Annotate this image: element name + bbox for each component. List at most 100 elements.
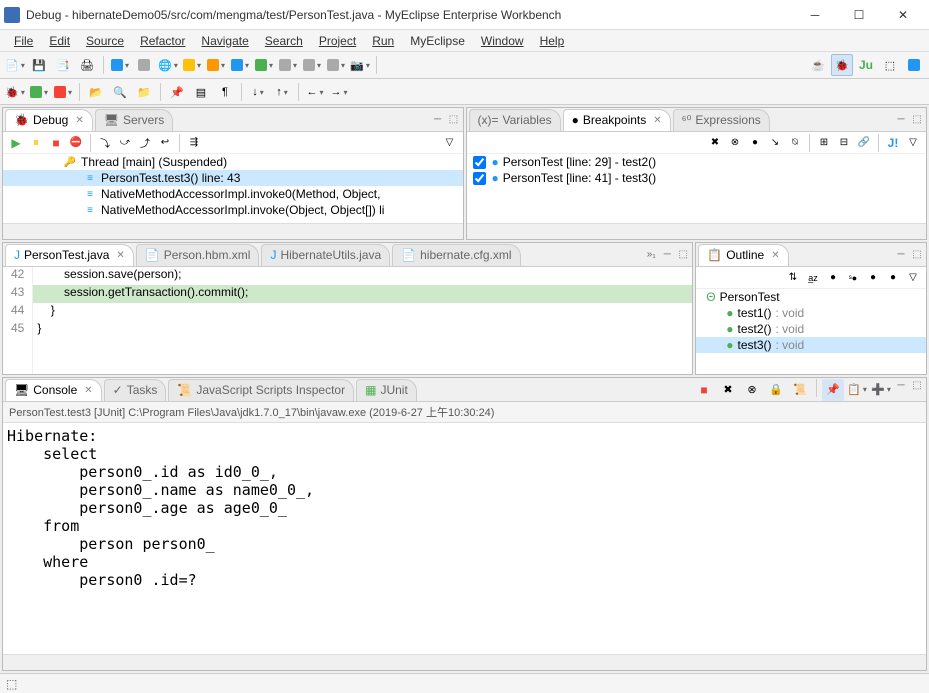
next-annotation-button[interactable]: ↓ [247, 81, 269, 103]
menu-project[interactable]: Project [311, 32, 364, 50]
maximize-view-icon[interactable]: ⬚ [910, 379, 924, 393]
menu-run[interactable]: Run [364, 32, 402, 50]
step-into-button[interactable]: ⤵ [96, 134, 114, 152]
perspective-java[interactable]: ☕ [807, 54, 829, 76]
thread-item[interactable]: 🔑 Thread [main] (Suspended) [3, 154, 463, 170]
tool4-button[interactable] [277, 54, 299, 76]
remove-bp-button[interactable]: ✖ [706, 134, 724, 152]
collapse-all-button[interactable]: ⊟ [835, 134, 853, 152]
minimize-view-icon[interactable]: ─ [894, 113, 908, 127]
hide-static-button[interactable]: ˢ● [844, 269, 862, 287]
view-menu-icon[interactable]: ▽ [904, 269, 922, 287]
menu-search[interactable]: Search [257, 32, 311, 50]
tool1-button[interactable] [205, 54, 227, 76]
perspective-myeclipse[interactable] [903, 54, 925, 76]
wizard-button[interactable] [181, 54, 203, 76]
code-editor[interactable]: 42 43 44 45 session.save(person); sessio… [3, 267, 692, 374]
stack-frame-1[interactable]: ≡ PersonTest.test3() line: 43 [3, 170, 463, 186]
drop-frame-button[interactable]: ↩ [156, 134, 174, 152]
tab-hibernatecfg[interactable]: 📄 hibernate.cfg.xml [392, 244, 520, 266]
new-button[interactable]: 📄 [4, 54, 26, 76]
scrollbar-horizontal[interactable] [3, 223, 463, 239]
search-button[interactable]: 🔍 [109, 81, 131, 103]
stack-frame-2[interactable]: ≡ NativeMethodAccessorImpl.invoke0(Metho… [3, 186, 463, 202]
perspective-junit[interactable]: Ju [855, 54, 877, 76]
tab-junit[interactable]: ▦ JUnit [356, 379, 417, 401]
step-return-button[interactable]: ⤴ [136, 134, 154, 152]
remove-all-launches-button[interactable]: ⊗ [741, 379, 763, 401]
breakpoint-item[interactable]: ● PersonTest [line: 41] - test3() [467, 170, 927, 186]
show-list-icon[interactable]: »₁ [644, 248, 658, 262]
use-step-filters-button[interactable]: ⇶ [185, 134, 203, 152]
menu-myeclipse[interactable]: MyEclipse [402, 32, 473, 50]
breakpoint-item[interactable]: ● PersonTest [line: 29] - test2() [467, 154, 927, 170]
skip-bp-button[interactable]: ⍉ [786, 134, 804, 152]
open-console-button[interactable]: ➕ [870, 379, 892, 401]
perspective-debug[interactable]: 🐞 [831, 54, 853, 76]
menu-navigate[interactable]: Navigate [193, 32, 256, 50]
tab-debug[interactable]: 🐞 Debug✕ [5, 109, 93, 131]
scrollbar-horizontal[interactable] [467, 223, 927, 239]
stack-frame-3[interactable]: ≡ NativeMethodAccessorImpl.invoke(Object… [3, 202, 463, 218]
hide-nonpublic-button[interactable]: ● [864, 269, 882, 287]
minimize-view-icon[interactable]: ─ [431, 113, 445, 127]
tab-console[interactable]: 🖥 Console✕ [5, 379, 102, 401]
code-line[interactable]: } [33, 303, 692, 321]
terminate-button[interactable]: ■ [47, 134, 65, 152]
tab-expressions[interactable]: ⁶⁰ Expressions [673, 109, 770, 131]
outline-method-test2[interactable]: ● test2() : void [696, 321, 926, 337]
open-type-button[interactable]: 📂 [85, 81, 107, 103]
task-button[interactable]: 📁 [133, 81, 155, 103]
remove-launch-button[interactable]: ✖ [717, 379, 739, 401]
close-icon[interactable]: ✕ [771, 250, 779, 261]
minimize-button[interactable]: ─ [793, 1, 837, 29]
clear-console-button[interactable]: 🔒 [765, 379, 787, 401]
outline-tree[interactable]: Θ PersonTest ● test1() : void ● test2() … [696, 289, 926, 374]
perspective-other[interactable]: ⬚ [879, 54, 901, 76]
tab-tasks[interactable]: ✓ Tasks [104, 379, 167, 401]
view-menu-icon[interactable]: ▽ [441, 134, 459, 152]
tool7-button[interactable]: 📷 [349, 54, 371, 76]
show-whitespace-button[interactable]: ¶ [214, 81, 236, 103]
close-icon[interactable]: ✕ [653, 115, 661, 126]
step-over-button[interactable]: ⤻ [116, 134, 134, 152]
hide-fields-button[interactable]: ● [824, 269, 842, 287]
view-menu-icon[interactable]: ▽ [904, 134, 922, 152]
disconnect-button[interactable]: ⛔ [67, 134, 85, 152]
tab-persontest[interactable]: J PersonTest.java✕ [5, 244, 134, 266]
toggle-block-button[interactable]: ▤ [190, 81, 212, 103]
scroll-lock-button[interactable]: 📜 [789, 379, 811, 401]
maximize-view-icon[interactable]: ⬚ [910, 248, 924, 262]
bp-checkbox[interactable] [473, 156, 486, 169]
save-all-button[interactable]: 📑 [52, 54, 74, 76]
menu-source[interactable]: Source [78, 32, 132, 50]
outline-class[interactable]: Θ PersonTest [696, 289, 926, 305]
save-button[interactable]: 💾 [28, 54, 50, 76]
scrollbar-horizontal[interactable] [3, 654, 926, 670]
link-button[interactable]: 🔗 [855, 134, 873, 152]
outline-method-test3[interactable]: ● test3() : void [696, 337, 926, 353]
tab-variables[interactable]: (x)= Variables [469, 109, 561, 131]
minimize-view-icon[interactable]: ─ [894, 248, 908, 262]
toggle-mark-button[interactable]: 📌 [166, 81, 188, 103]
minimize-view-icon[interactable]: ─ [660, 248, 674, 262]
tab-outline[interactable]: 📋 Outline✕ [698, 244, 788, 266]
show-bp-button[interactable]: ● [746, 134, 764, 152]
code-lines[interactable]: session.save(person); session.getTransac… [33, 267, 692, 374]
az-button[interactable]: a̲z [804, 269, 822, 287]
sort-button[interactable]: ⇅ [784, 269, 802, 287]
launch-button[interactable] [109, 54, 131, 76]
display-console-button[interactable]: 📋 [846, 379, 868, 401]
breakpoints-list[interactable]: ● PersonTest [line: 29] - test2() ● Pers… [467, 154, 927, 223]
tool5-button[interactable] [301, 54, 323, 76]
resume-button[interactable]: ▶ [7, 134, 25, 152]
tab-servers[interactable]: 🖥 Servers [95, 109, 174, 131]
close-icon[interactable]: ✕ [84, 385, 92, 396]
suspend-button[interactable]: ⏸ [27, 134, 45, 152]
menu-help[interactable]: Help [532, 32, 573, 50]
menu-refactor[interactable]: Refactor [132, 32, 193, 50]
code-line-current[interactable]: session.getTransaction().commit(); [33, 285, 692, 303]
menu-window[interactable]: Window [473, 32, 532, 50]
browser-button[interactable]: 🌐 [157, 54, 179, 76]
goto-file-button[interactable]: ↘ [766, 134, 784, 152]
